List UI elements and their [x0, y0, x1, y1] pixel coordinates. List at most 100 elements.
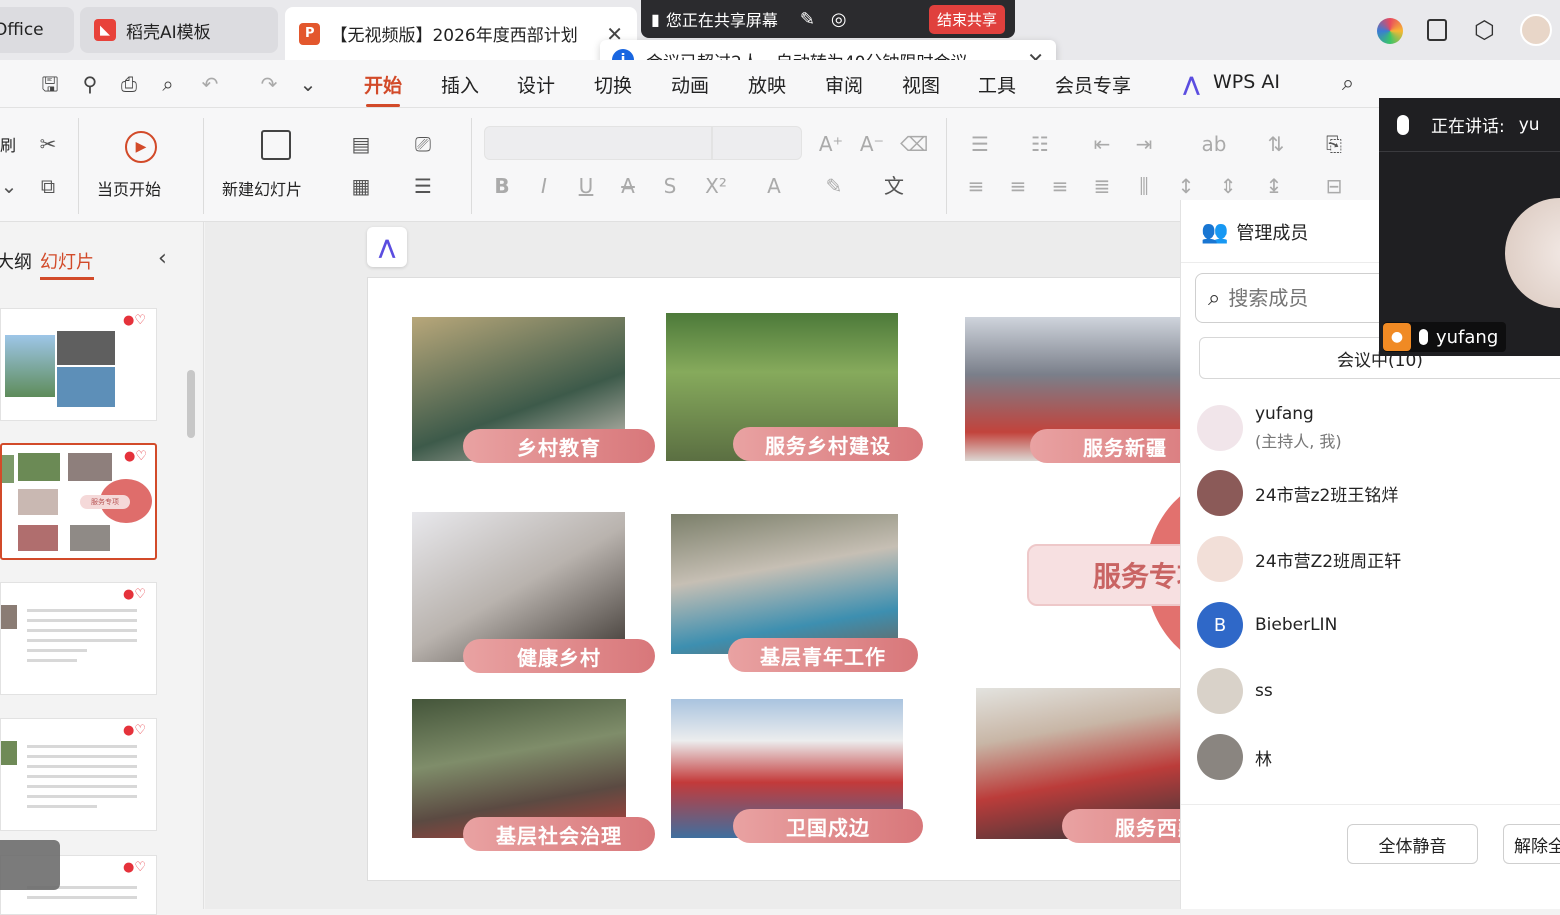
text-direction-icon[interactable]: ab [1200, 130, 1228, 158]
paragraph-spacing-icon[interactable]: ⇕ [1214, 172, 1242, 200]
menu-tools[interactable]: 工具 [978, 71, 1016, 98]
member-avatar [1197, 734, 1243, 780]
wps-ai-float-button[interactable]: ⋀ [367, 227, 407, 267]
format-brush-icon[interactable]: ⚲ [78, 72, 102, 96]
photo-youth-work [671, 514, 898, 654]
menu-home[interactable]: 开始 [364, 71, 402, 107]
speaking-label: 正在讲话: [1431, 117, 1505, 137]
label-rural-education: 乡村教育 [463, 429, 655, 463]
arrange-icon[interactable]: ☰ [409, 172, 437, 200]
member-row[interactable]: 24市营Z2班周正轩 [1197, 529, 1557, 589]
decrease-indent-icon[interactable]: ⇤ [1088, 130, 1116, 158]
increase-font-icon[interactable]: A⁺ [817, 130, 845, 158]
tab-docer-ai-template[interactable]: ◣ 稻壳AI模板 [80, 7, 278, 53]
bullet-list-icon[interactable]: ☰ [966, 130, 994, 158]
justify-icon[interactable]: ≣ [1088, 172, 1116, 200]
member-row[interactable]: 24市营z2班王铭烊 [1197, 463, 1557, 523]
increase-indent-icon[interactable]: ⇥ [1130, 130, 1158, 158]
line-spacing-icon[interactable]: ↕ [1172, 172, 1200, 200]
reset-slide-icon[interactable]: ⎚ [409, 130, 437, 158]
current-slide[interactable]: 乡村教育 服务乡村建设 服务新疆 健康乡村 基层青年工作 服务专项 基层社会治理… [367, 277, 1187, 881]
more-chevron-icon[interactable]: ⌄ [296, 72, 320, 96]
format-painter-label[interactable]: 刷 [0, 132, 16, 156]
member-row[interactable]: 林 [1197, 727, 1557, 787]
member-name: 林 [1255, 749, 1272, 770]
convert-icon[interactable]: ⎘ [1320, 130, 1348, 158]
font-size-select[interactable] [712, 126, 802, 160]
hide-view-icon[interactable]: ◎ [831, 9, 847, 30]
tab-office[interactable]: Office [0, 7, 74, 53]
sort-icon[interactable]: ⇅ [1262, 130, 1290, 158]
shadow-text-icon[interactable]: S [656, 172, 684, 200]
text-box-options-icon[interactable]: ⊟ [1320, 172, 1348, 200]
distribute-icon[interactable]: ⫼ [1130, 172, 1158, 200]
highlight-icon[interactable]: ✎ [820, 172, 848, 200]
slide-thumbnail-4[interactable]: ●♡ [0, 718, 157, 831]
outline-tab[interactable]: 大纲 [0, 248, 32, 274]
slides-tab[interactable]: 幻灯片 [40, 248, 94, 280]
underline-icon[interactable]: U [572, 172, 600, 200]
superscript-icon[interactable]: X² [702, 172, 730, 200]
member-avatar: B [1197, 602, 1243, 648]
like-heart-icon: ●♡ [123, 860, 146, 875]
menu-view[interactable]: 视图 [902, 71, 940, 98]
decrease-font-icon[interactable]: A⁻ [858, 130, 886, 158]
menu-wps-ai[interactable]: WPS AI [1213, 71, 1280, 93]
menu-design[interactable]: 设计 [517, 71, 555, 98]
layout-icon[interactable]: ▤ [347, 130, 375, 158]
like-heart-icon: ●♡ [123, 313, 146, 328]
italic-icon[interactable]: I [530, 172, 558, 200]
copy-icon[interactable]: ⧉ [34, 172, 62, 200]
section-icon[interactable]: ▦ [347, 172, 375, 200]
font-color-icon[interactable]: A [760, 172, 788, 200]
member-avatar [1197, 470, 1243, 516]
menu-review[interactable]: 审阅 [825, 71, 863, 98]
end-share-button[interactable]: 结束共享 [928, 4, 1005, 34]
save-icon[interactable]: 🖫 [38, 72, 62, 96]
center-title: 服务专项 [1027, 544, 1186, 606]
print-preview-icon[interactable]: ⌕ [156, 72, 180, 96]
numbered-list-icon[interactable]: ☷ [1026, 130, 1054, 158]
strikethrough-icon[interactable]: A [614, 172, 642, 200]
align-right-icon[interactable]: ≡ [1046, 172, 1074, 200]
slide-thumbnail-2[interactable]: 服务专项 ●♡ [0, 443, 157, 560]
mute-all-button[interactable]: 全体静音 [1347, 824, 1478, 864]
new-slide-icon[interactable] [261, 130, 291, 160]
play-from-current-icon[interactable]: ▶ [125, 131, 157, 163]
annotate-icon[interactable]: ✎ [800, 9, 815, 30]
menu-slideshow[interactable]: 放映 [748, 71, 786, 98]
menu-transition[interactable]: 切换 [594, 71, 632, 98]
slide-thumbnail-3[interactable]: ●♡ [0, 582, 157, 695]
member-row[interactable]: yufang (主持人, 我) [1197, 398, 1557, 458]
wps-ai-assistant-icon[interactable] [1377, 18, 1403, 44]
phonetic-icon[interactable]: 文 [880, 172, 908, 200]
redo-icon[interactable]: ↷ [257, 72, 281, 96]
user-avatar[interactable] [1520, 14, 1552, 46]
unmute-all-button[interactable]: 解除全 [1503, 824, 1560, 864]
cut-icon[interactable]: ✂ [34, 130, 62, 158]
member-row[interactable]: B BieberLIN [1197, 595, 1557, 655]
clear-format-icon[interactable]: ⌫ [900, 130, 928, 158]
font-family-select[interactable] [484, 126, 712, 160]
play-from-current-button[interactable]: 当页开始 [97, 176, 161, 200]
collapse-panel-icon[interactable]: ‹ [158, 246, 167, 271]
member-row[interactable]: ss [1197, 661, 1557, 721]
speaker-video-tile[interactable]: 正在讲话: yu ● yufang [1379, 98, 1560, 356]
panel-scrollbar[interactable] [187, 370, 195, 438]
cube-icon[interactable]: ⬡ [1474, 16, 1495, 44]
align-center-icon[interactable]: ≡ [1004, 172, 1032, 200]
spacing-options-icon[interactable]: ↨ [1260, 172, 1288, 200]
undo-icon[interactable]: ↶ [198, 72, 222, 96]
search-icon[interactable]: ⌕ [1336, 72, 1360, 96]
paste-chevron-icon[interactable]: ⌄ [0, 172, 18, 200]
new-slide-button[interactable]: 新建幻灯片 [222, 176, 302, 200]
slide-thumbnail-1[interactable]: ●♡ [0, 308, 157, 421]
tab-presentation[interactable]: P 【无视频版】2026年度西部计划 ✕ [285, 7, 637, 60]
menu-insert[interactable]: 插入 [441, 71, 479, 98]
bold-icon[interactable]: B [488, 172, 516, 200]
menu-animation[interactable]: 动画 [671, 71, 709, 98]
align-left-icon[interactable]: ≡ [962, 172, 990, 200]
print-icon[interactable]: ⎙ [117, 72, 141, 96]
menu-member-exclusive[interactable]: 会员专享 [1055, 71, 1131, 98]
window-tile-icon[interactable] [1427, 19, 1447, 41]
